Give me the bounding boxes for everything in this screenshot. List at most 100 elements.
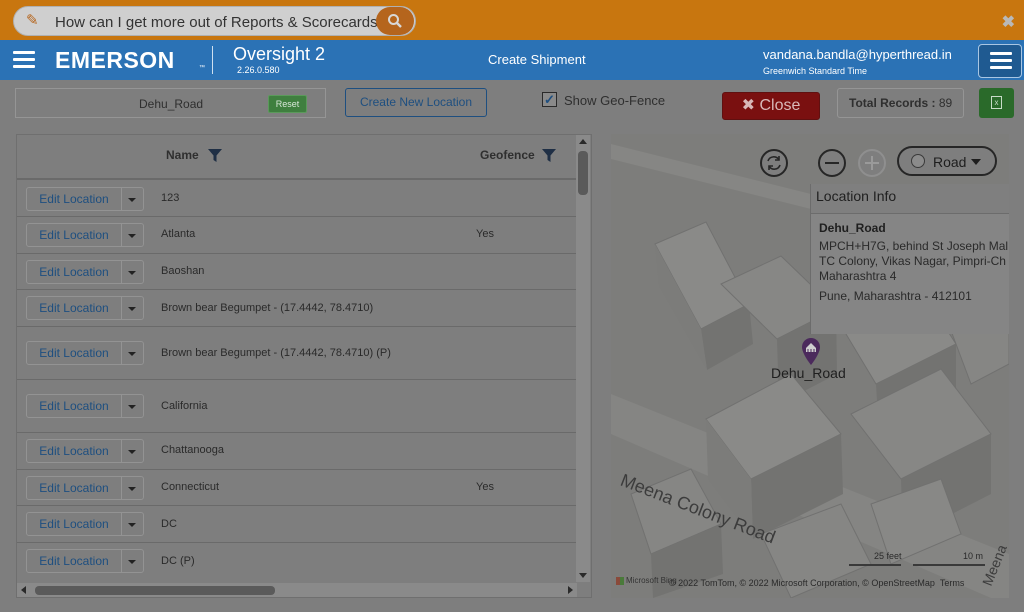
edit-location-button[interactable]: Edit Location [27, 550, 122, 572]
table-row[interactable]: Edit Location Connecticut Yes [17, 470, 577, 506]
edit-location-button[interactable]: Edit Location [27, 440, 122, 462]
table-row[interactable]: Edit Location DC [17, 506, 577, 543]
chevron-down-icon[interactable] [122, 342, 143, 364]
user-email[interactable]: vandana.bandla@hyperthread.in [763, 47, 952, 62]
scale-meters: 10 m [963, 551, 984, 561]
terms-link[interactable]: Terms [940, 578, 965, 588]
rotate-icon [767, 156, 781, 170]
rotate-map-button[interactable] [760, 149, 788, 177]
total-records-value: 89 [938, 96, 953, 110]
map-attribution: © 2022 TomTom, © 2022 Microsoft Corporat… [669, 578, 965, 588]
scroll-down-arrow[interactable] [579, 573, 587, 578]
chevron-down-icon[interactable] [122, 188, 143, 210]
edit-location-button[interactable]: Edit Location [27, 513, 122, 535]
table-row[interactable]: Edit Location Atlanta Yes [17, 217, 577, 254]
zoom-in-button[interactable] [858, 149, 886, 177]
chevron-down-icon[interactable] [122, 395, 143, 417]
location-name: California [161, 400, 208, 412]
close-icon[interactable]: ✖ [1002, 12, 1015, 32]
edit-location-button-group[interactable]: Edit Location [26, 260, 144, 284]
chevron-down-icon[interactable] [122, 513, 143, 535]
location-info-panel: Location Info Dehu_Road MPCH+H7G, behind… [810, 184, 1009, 334]
edit-location-button-group[interactable]: Edit Location [26, 341, 144, 365]
zoom-out-button[interactable] [818, 149, 846, 177]
edit-location-button-group[interactable]: Edit Location [26, 296, 144, 320]
location-geofence: Yes [476, 228, 494, 240]
horizontal-scroll-thumb[interactable] [35, 586, 275, 595]
filter-icon[interactable] [541, 147, 557, 163]
reset-button[interactable]: Reset [268, 95, 307, 113]
edit-location-button[interactable]: Edit Location [27, 477, 122, 499]
location-name: Chattanooga [161, 444, 224, 456]
edit-location-button-group[interactable]: Edit Location [26, 187, 144, 211]
edit-location-button[interactable]: Edit Location [27, 395, 122, 417]
chevron-down-icon[interactable] [122, 297, 143, 319]
table-row[interactable]: Edit Location DC (P) [17, 543, 577, 580]
table-row[interactable]: Edit Location 123 [17, 181, 577, 217]
close-button[interactable]: ✖ Close [722, 92, 820, 120]
geofence-checkbox[interactable]: ✓ [542, 92, 557, 107]
help-search-button[interactable] [376, 7, 414, 35]
table-row[interactable]: Edit Location Brown bear Begumpet - (17.… [17, 290, 577, 327]
map-type-dropdown[interactable]: Road [897, 146, 997, 176]
chevron-down-icon[interactable] [122, 440, 143, 462]
vertical-scrollbar[interactable] [576, 135, 590, 582]
export-excel-button[interactable]: x [979, 88, 1014, 118]
help-search-box[interactable]: ✎ How can I get more out of Reports & Sc… [13, 6, 416, 36]
edit-location-button-group[interactable]: Edit Location [26, 223, 144, 247]
help-question[interactable]: How can I get more out of Reports & Scor… [55, 14, 386, 31]
edit-location-button[interactable]: Edit Location [27, 188, 122, 210]
chevron-down-icon[interactable] [122, 261, 143, 283]
map-pin-label: Dehu_Road [771, 365, 846, 381]
horizontal-scrollbar[interactable] [17, 583, 577, 597]
map-pin-icon[interactable] [800, 336, 822, 366]
column-header-name[interactable]: Name [166, 148, 199, 162]
table-row[interactable]: Edit Location California [17, 380, 577, 433]
logo-trademark: ™ [199, 65, 205, 71]
geofence-label: Show Geo-Fence [564, 93, 666, 108]
user-menu-button[interactable] [978, 44, 1022, 78]
search-value: Dehu_Road [139, 97, 204, 111]
filter-icon[interactable] [207, 147, 223, 163]
edit-location-button[interactable]: Edit Location [27, 342, 122, 364]
edit-location-button[interactable]: Edit Location [27, 224, 122, 246]
locations-table: Name Geofence Edit Location 123 Edit Loc… [16, 134, 592, 598]
location-name: Brown bear Begumpet - (17.4442, 78.4710)… [161, 347, 391, 359]
table-row[interactable]: Edit Location Baoshan [17, 254, 577, 290]
app-header: EMERSON ™ Oversight 2 2.26.0.580 Create … [0, 40, 1024, 80]
column-header-geofence[interactable]: Geofence [480, 148, 535, 162]
location-name: DC (P) [161, 555, 195, 567]
chevron-down-icon[interactable] [122, 550, 143, 572]
location-info-title: Location Info [811, 184, 1009, 214]
pencil-square-icon: ✎ [26, 12, 39, 29]
page-title: Create Shipment [488, 52, 586, 67]
total-records-label: Total Records : [849, 96, 936, 110]
vertical-scroll-thumb[interactable] [578, 151, 588, 195]
excel-icon: x [991, 96, 1002, 109]
map-view[interactable]: Road Location Info Dehu_Road MPCH+H7G, b… [611, 134, 1009, 598]
location-search-input[interactable]: Dehu_Road Reset [15, 88, 326, 118]
table-row[interactable]: Edit Location Chattanooga [17, 433, 577, 470]
edit-location-button-group[interactable]: Edit Location [26, 476, 144, 500]
chevron-down-icon[interactable] [122, 477, 143, 499]
user-timezone: Greenwich Standard Time [763, 66, 868, 76]
search-icon [388, 14, 402, 28]
edit-location-button-group[interactable]: Edit Location [26, 439, 144, 463]
location-name: DC [161, 518, 177, 530]
edit-location-button-group[interactable]: Edit Location [26, 394, 144, 418]
edit-location-button-group[interactable]: Edit Location [26, 512, 144, 536]
globe-icon [911, 154, 925, 168]
scroll-right-arrow[interactable] [568, 586, 573, 594]
edit-location-button-group[interactable]: Edit Location [26, 549, 144, 573]
scroll-left-arrow[interactable] [21, 586, 26, 594]
table-row[interactable]: Edit Location Brown bear Begumpet - (17.… [17, 327, 577, 380]
bing-logo: Microsoft Bing [616, 576, 677, 585]
chevron-down-icon[interactable] [122, 224, 143, 246]
scroll-up-arrow[interactable] [579, 139, 587, 144]
chevron-down-icon [971, 159, 981, 165]
edit-location-button[interactable]: Edit Location [27, 297, 122, 319]
help-bar: ✎ How can I get more out of Reports & Sc… [0, 0, 1024, 40]
edit-location-button[interactable]: Edit Location [27, 261, 122, 283]
menu-icon[interactable] [13, 51, 35, 69]
create-new-location-button[interactable]: Create New Location [345, 88, 487, 117]
